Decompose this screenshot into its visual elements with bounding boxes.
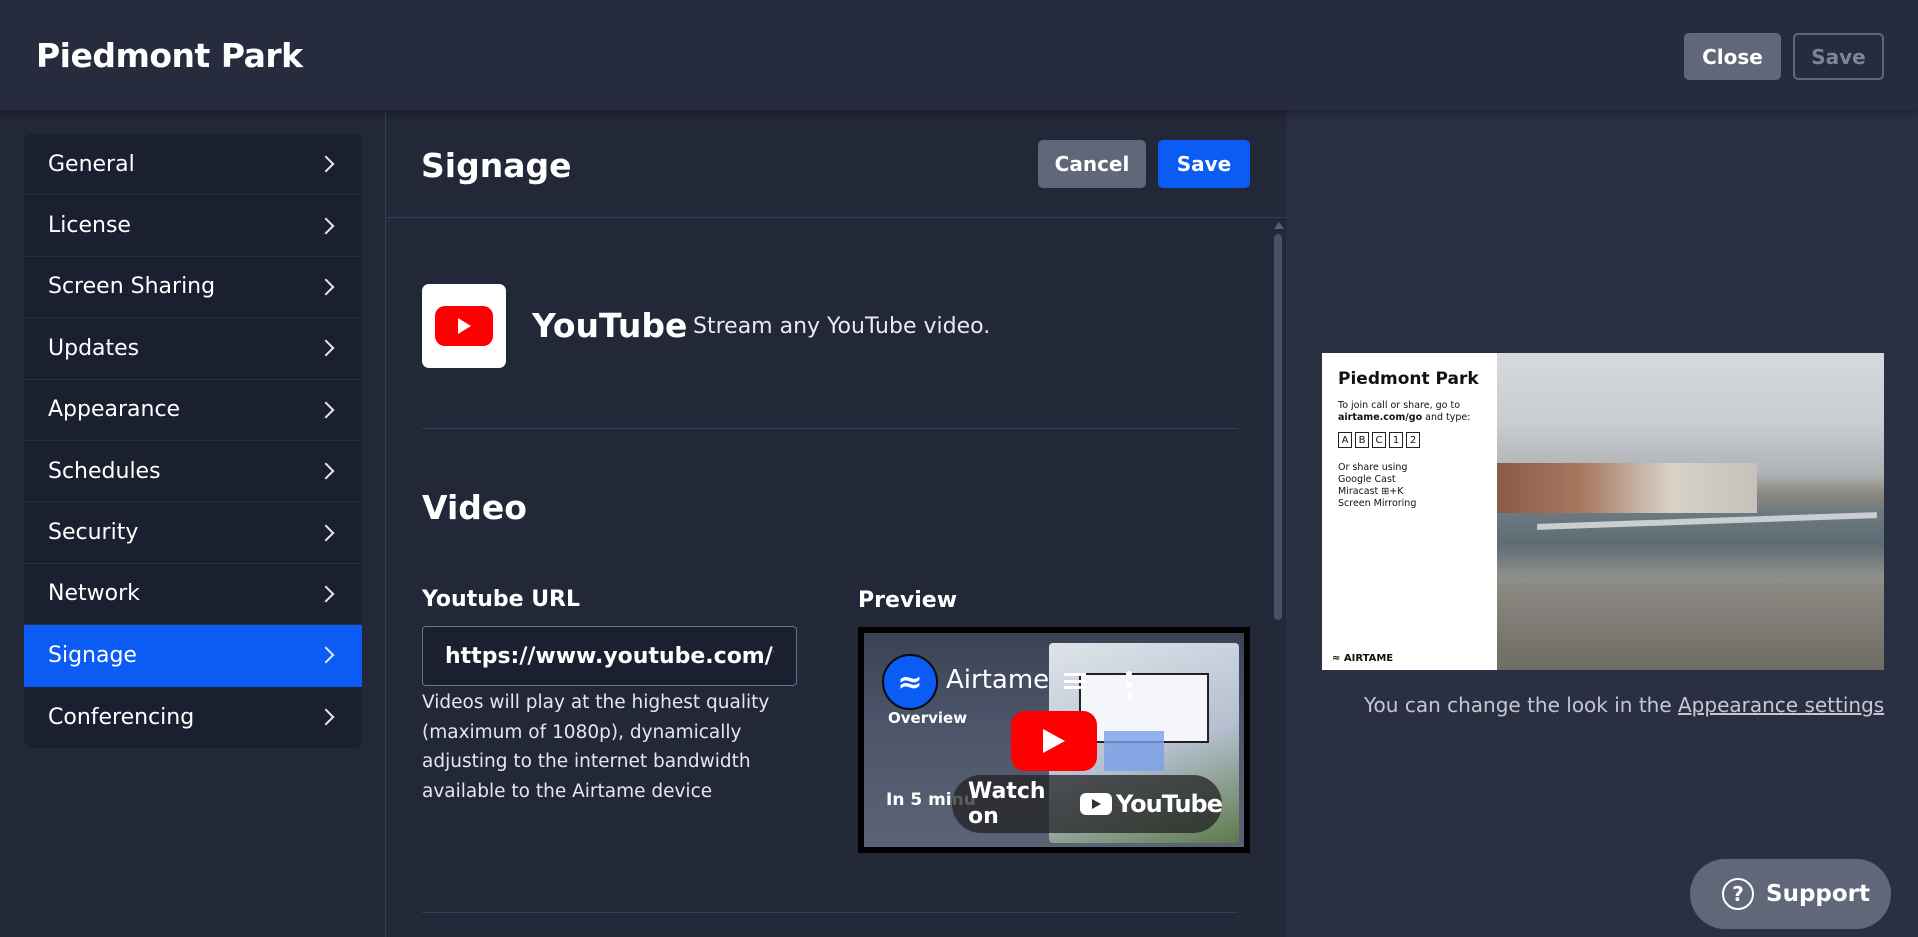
watch-on-youtube-button[interactable]: Watch on YouTube <box>952 775 1223 833</box>
support-button[interactable]: ? Support <box>1690 859 1891 929</box>
chevron-right-icon <box>317 708 335 726</box>
signage-screen-preview: Piedmont Park To join call or share, go … <box>1322 353 1884 670</box>
play-button[interactable] <box>1011 711 1097 771</box>
join-text: To join call or share, go to <box>1338 400 1461 411</box>
youtube-icon <box>435 306 493 346</box>
signage-title: Piedmont Park <box>1338 369 1479 389</box>
thumbnail-graphic <box>1104 731 1164 771</box>
divider <box>422 912 1238 913</box>
sidebar-item-label: Conferencing <box>48 704 195 730</box>
settings-sidebar: General License Screen Sharing Updates A… <box>24 134 362 748</box>
appearance-note: You can change the look in the Appearanc… <box>1364 693 1884 717</box>
support-label: Support <box>1766 881 1871 907</box>
sidebar-item-schedules[interactable]: Schedules <box>24 441 362 503</box>
save-button[interactable]: Save <box>1158 140 1250 188</box>
help-icon: ? <box>1722 878 1754 910</box>
youtube-icon <box>1079 793 1112 815</box>
sidebar-item-label: Schedules <box>48 458 161 484</box>
sidebar-item-appearance[interactable]: Appearance <box>24 380 362 441</box>
youtube-wordmark: YouTube <box>1079 790 1223 818</box>
photo-deck <box>1497 583 1884 670</box>
sidebar-item-label: Security <box>48 520 139 546</box>
chevron-right-icon <box>317 339 335 357</box>
signage-info: Piedmont Park To join call or share, go … <box>1322 353 1497 670</box>
share-method-screen-mirroring: Screen Mirroring <box>1338 498 1417 509</box>
code-char: 1 <box>1389 432 1403 448</box>
airtame-logo: ≈ AIRTAME <box>1332 653 1394 664</box>
top-bar: Piedmont Park Close Save <box>0 0 1918 110</box>
appearance-settings-link[interactable]: Appearance settings <box>1678 693 1884 717</box>
page-title: Piedmont Park <box>36 36 303 75</box>
play-icon <box>1043 729 1065 753</box>
sidebar-item-network[interactable]: Network <box>24 564 362 626</box>
youtube-brand-text: YouTube <box>1115 790 1223 818</box>
sidebar-item-label: Updates <box>48 335 140 361</box>
scrollbar-thumb[interactable] <box>1274 234 1282 620</box>
top-save-button[interactable]: Save <box>1793 33 1884 80</box>
sidebar-item-label: Screen Sharing <box>48 274 216 300</box>
chevron-right-icon <box>317 155 335 173</box>
chevron-right-icon <box>317 524 335 542</box>
sidebar-item-signage[interactable]: Signage <box>24 625 362 687</box>
sidebar-item-label: Signage <box>48 642 137 668</box>
app-name: YouTube <box>532 306 688 345</box>
cancel-button[interactable]: Cancel <box>1038 140 1146 188</box>
sidebar-item-label: Appearance <box>48 397 181 423</box>
chevron-right-icon <box>317 278 335 296</box>
signage-panel: Signage Cancel Save YouTube Stream any Y… <box>386 110 1286 937</box>
share-method-miracast: Miracast ⊞+K <box>1338 486 1404 497</box>
photo-bridge <box>1536 512 1878 530</box>
code-char: A <box>1338 432 1352 448</box>
quality-hint: Videos will play at the highest quality … <box>422 692 770 802</box>
code-char: 2 <box>1406 432 1420 448</box>
video-thumbnail: ≈ Airtame Overview In 5 minu Watch on Yo… <box>864 633 1244 847</box>
sidebar-item-conferencing[interactable]: Conferencing <box>24 687 362 748</box>
channel-avatar[interactable]: ≈ <box>882 654 938 710</box>
join-suffix: and type: <box>1425 412 1471 423</box>
chevron-right-icon <box>317 585 335 603</box>
sidebar-item-updates[interactable]: Updates <box>24 318 362 380</box>
sidebar-item-security[interactable]: Security <box>24 502 362 564</box>
chevron-right-icon <box>317 462 335 480</box>
channel-name[interactable]: Airtame <box>946 665 1049 695</box>
more-options-icon[interactable] <box>1126 671 1132 699</box>
signage-preview-panel: Piedmont Park To join call or share, go … <box>1286 110 1918 937</box>
url-label: Youtube URL <box>422 587 581 612</box>
background-photo <box>1497 353 1884 670</box>
photo-buildings <box>1497 463 1757 513</box>
video-subtitle: Overview <box>888 709 968 727</box>
share-heading: Or share using <box>1338 462 1408 473</box>
join-code: A B C 1 2 <box>1338 432 1497 448</box>
sidebar-item-label: Network <box>48 581 140 607</box>
close-button[interactable]: Close <box>1684 33 1781 80</box>
video-preview[interactable]: ≈ Airtame Overview In 5 minu Watch on Yo… <box>858 627 1250 853</box>
share-method-google-cast: Google Cast <box>1338 474 1396 485</box>
sidebar-item-label: License <box>48 213 131 239</box>
menu-icon[interactable] <box>1064 673 1086 689</box>
code-char: C <box>1372 432 1386 448</box>
divider <box>422 428 1238 429</box>
app-description: Stream any YouTube video. <box>693 314 991 339</box>
youtube-url-input[interactable] <box>422 626 797 686</box>
video-heading: Video <box>422 488 527 527</box>
chevron-right-icon <box>317 646 335 664</box>
sidebar-item-license[interactable]: License <box>24 195 362 257</box>
watch-on-label: Watch on <box>968 779 1046 829</box>
divider <box>386 217 1286 218</box>
appearance-note-text: You can change the look in the <box>1364 693 1672 717</box>
scroll-up-arrow-icon[interactable] <box>1274 222 1284 229</box>
code-char: B <box>1355 432 1369 448</box>
join-url: airtame.com/go <box>1338 412 1423 423</box>
sidebar-item-screen-sharing[interactable]: Screen Sharing <box>24 257 362 319</box>
youtube-logo <box>422 284 506 368</box>
sidebar-item-label: General <box>48 151 135 177</box>
section-title: Signage <box>421 146 572 185</box>
sidebar-item-general[interactable]: General <box>24 134 362 196</box>
chevron-right-icon <box>317 217 335 235</box>
chevron-right-icon <box>317 401 335 419</box>
preview-label: Preview <box>858 588 958 613</box>
